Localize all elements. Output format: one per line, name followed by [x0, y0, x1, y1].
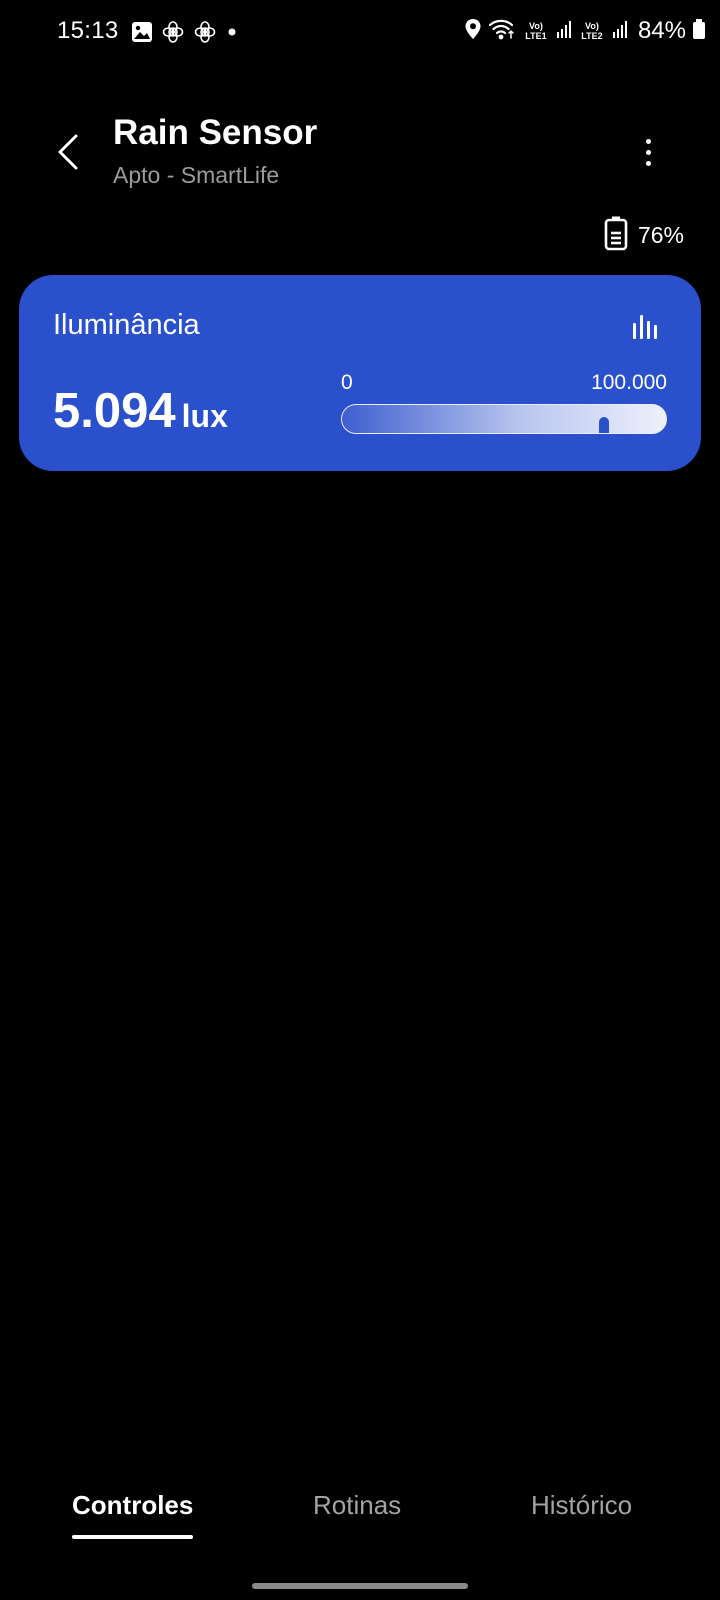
lte2-indicator: Vo) LTE2 — [581, 21, 603, 41]
wifi-icon — [488, 18, 516, 45]
home-indicator — [252, 1583, 468, 1589]
chevron-left-icon — [58, 134, 78, 170]
more-dots-icon — [645, 149, 651, 155]
illuminance-level-marker — [599, 417, 609, 433]
tab-controles[interactable]: Controles — [72, 1490, 194, 1539]
location-icon — [464, 18, 482, 45]
device-battery-level: 76% — [637, 222, 684, 248]
status-system-icons: Vo) LTE1 Vo) LTE2 84% — [464, 17, 706, 45]
device-battery: 76% — [604, 215, 684, 256]
back-button[interactable] — [48, 128, 88, 176]
battery-icon — [692, 18, 706, 45]
illuminance-card[interactable]: Iluminância 5.094 lux 0 100.000 — [19, 275, 701, 471]
page-subtitle: Apto - SmartLife — [113, 162, 280, 188]
page-title: Rain Sensor — [113, 113, 318, 152]
range-max-label: 100.000 — [591, 371, 667, 394]
illuminance-level-bar — [341, 404, 667, 434]
signal-icon — [556, 19, 572, 44]
gallery-icon — [131, 21, 153, 48]
illuminance-unit: lux — [181, 398, 228, 434]
phone-battery-level: 84% — [637, 17, 686, 44]
illuminance-number: 5.094 — [53, 384, 176, 438]
status-notifications — [131, 20, 239, 49]
tab-historico[interactable]: Histórico — [531, 1490, 632, 1521]
notification-dot-icon — [225, 25, 239, 44]
history-chart-icon[interactable] — [631, 313, 659, 341]
chatgpt-icon — [161, 20, 185, 49]
lte1-indicator: Vo) LTE1 — [525, 21, 547, 41]
status-bar: 15:13 Vo) LTE1 Vo) LTE2 84% — [0, 0, 720, 64]
more-dots-icon — [645, 160, 651, 166]
card-label: Iluminância — [53, 309, 200, 341]
status-time: 15:13 — [57, 17, 119, 44]
range-min-label: 0 — [341, 371, 353, 394]
more-options-button[interactable] — [636, 130, 660, 174]
device-battery-icon — [604, 215, 628, 256]
illuminance-value: 5.094 lux — [53, 383, 228, 439]
tab-rotinas[interactable]: Rotinas — [313, 1490, 401, 1521]
signal-icon — [612, 19, 628, 44]
bottom-tabs: Controles Rotinas Histórico — [0, 1490, 720, 1550]
more-dots-icon — [645, 138, 651, 144]
chatgpt-icon — [193, 20, 217, 49]
